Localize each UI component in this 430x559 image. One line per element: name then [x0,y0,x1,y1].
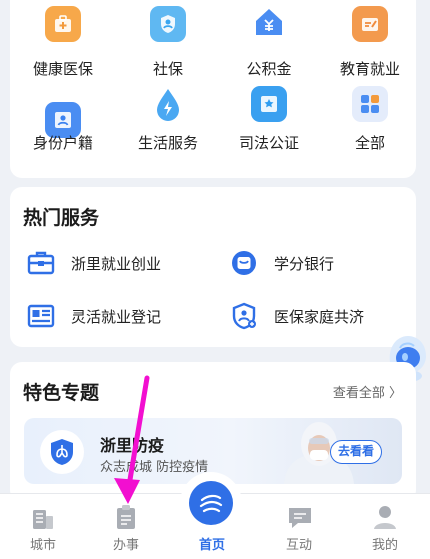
hot-item-label: 浙里就业创业 [71,254,162,273]
apps-grid-icon [352,86,388,122]
hot-item-label: 医保家庭共济 [274,307,365,326]
grid-item-label: 司法公证 [238,134,299,152]
family-shield-icon [229,301,259,331]
home-logo-icon [180,472,242,534]
document-icon [114,504,138,530]
hot-services-card: 热门服务 浙里就业创业 学分银行 灵活就业登记 医保家庭共济 [10,187,416,347]
tab-label: 互动 [285,538,312,553]
bottom-tab-bar: 城市 办事 首页 互动 我的 [0,472,430,559]
grid-item-label: 生活服务 [137,134,198,152]
grid-item-label: 社保 [152,60,183,78]
view-all-link[interactable]: 查看全部 〉 [333,382,402,401]
shield-lungs-icon [40,430,84,474]
featured-topics-title: 特色专题 [23,382,100,404]
graduation-icon [352,6,388,42]
hot-item-flexible-employment[interactable]: 灵活就业登记 [26,301,161,331]
grid-item-identity[interactable]: 身份户籍 [13,96,113,176]
tab-services[interactable]: 办事 [83,494,169,559]
hot-services-title: 热门服务 [23,207,100,229]
city-icon [31,504,55,530]
hot-item-family-mutual-aid[interactable]: 医保家庭共济 [229,301,364,331]
banner-title: 浙里防疫 [100,436,165,455]
hot-item-label: 学分银行 [274,254,335,273]
bank-icon [229,248,259,278]
chat-icon [287,504,311,530]
service-grid-card: 健康医保 社保 公积金 教育就业 身份户籍 生活服务 司法公证 全部 [10,0,416,178]
grid-item-label: 健康医保 [32,60,93,78]
banner-subtitle: 众志成城 防控疫情 [100,460,209,475]
tab-label: 办事 [112,538,139,553]
grid-item-education[interactable]: 教育就业 [320,0,420,80]
grid-item-social-security[interactable]: 社保 [118,0,218,80]
house-yen-icon [251,4,287,40]
user-icon [373,504,397,530]
tab-label: 城市 [29,538,56,553]
tab-label: 首页 [198,538,225,553]
grid-item-label: 身份户籍 [32,134,93,152]
hot-item-label: 灵活就业登记 [71,307,162,326]
certificate-icon [251,86,287,122]
tab-mine[interactable]: 我的 [342,494,428,559]
grid-item-label: 教育就业 [339,60,400,78]
banner-go-button[interactable]: 去看看 [330,440,382,464]
hot-item-credit-bank[interactable]: 学分银行 [229,248,334,278]
briefcase-icon [26,248,56,278]
grid-item-label: 全部 [354,134,385,152]
registration-card-icon [26,301,56,331]
grid-item-life-services[interactable]: 生活服务 [118,89,218,176]
tab-label: 我的 [371,538,398,553]
grid-item-housing-fund[interactable]: 公积金 [219,0,319,80]
grid-item-all[interactable]: 全部 [320,86,420,176]
hot-item-employment[interactable]: 浙里就业创业 [26,248,161,278]
person-shield-icon [150,6,186,42]
grid-item-label: 公积金 [246,60,292,78]
medical-kit-icon [45,6,81,42]
grid-item-judicial[interactable]: 司法公证 [219,86,319,176]
tab-interact[interactable]: 互动 [256,494,342,559]
water-drop-icon [150,86,186,122]
tab-city[interactable]: 城市 [0,494,86,559]
grid-item-health-insurance[interactable]: 健康医保 [13,0,113,80]
tab-home[interactable]: 首页 [169,472,255,559]
